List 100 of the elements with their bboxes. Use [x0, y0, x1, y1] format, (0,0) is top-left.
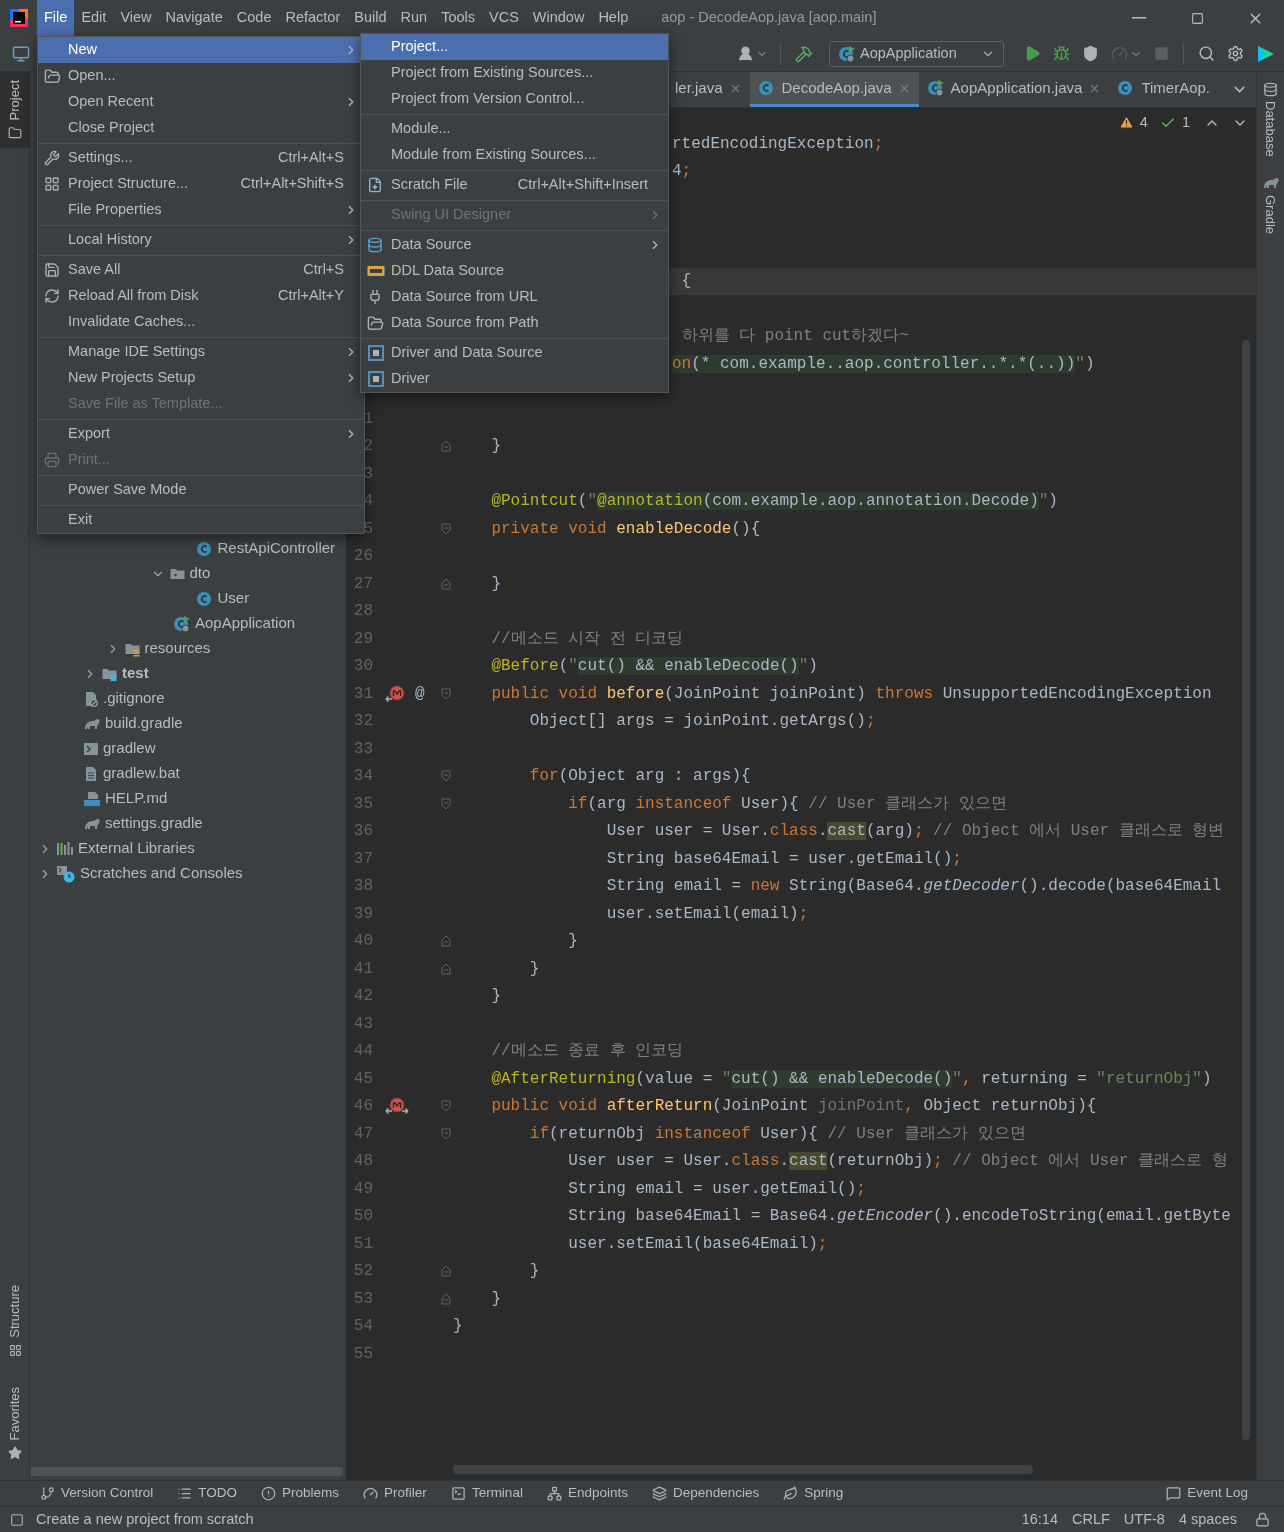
menu-item[interactable]: Data Source from URL: [361, 284, 668, 310]
menu-item[interactable]: Settings... Ctrl+Alt+S: [38, 145, 364, 171]
editor-tab[interactable]: ler.java: [667, 72, 750, 107]
tree-item[interactable]: Scratches and Consoles: [30, 861, 346, 886]
menu-bar-item[interactable]: File: [37, 0, 75, 36]
menu-bar-item[interactable]: Window: [525, 0, 592, 36]
fold-marker-icon: [441, 1127, 451, 1140]
menu-item[interactable]: Local History: [38, 227, 364, 253]
tool-window-button[interactable]: Endpoints: [546, 1483, 628, 1504]
plugin-logo-icon[interactable]: [1256, 43, 1276, 64]
status-item[interactable]: 4 spaces: [1178, 1508, 1237, 1531]
code-line: public void afterReturn(JoinPoint joinPoint, Object returnObj){: [490, 1096, 1097, 1118]
menu-item[interactable]: Manage IDE Settings: [38, 339, 364, 365]
menu-bar-item[interactable]: Tools: [434, 0, 482, 36]
tool-window-button[interactable]: Spring: [783, 1483, 844, 1504]
menu-item[interactable]: File Properties: [38, 197, 364, 223]
tree-item[interactable]: .gitignore: [30, 686, 346, 711]
tool-window-tab[interactable]: Gradle: [1260, 174, 1281, 234]
menu-bar-item[interactable]: Code: [229, 0, 279, 36]
menu-item[interactable]: Data Source from Path: [361, 310, 668, 336]
run-configuration-dropdown[interactable]: AopApplication: [829, 40, 1004, 67]
line-number: 42: [353, 986, 373, 1008]
tree-item[interactable]: gradlew.bat: [30, 761, 346, 786]
lock-icon[interactable]: [1255, 1512, 1270, 1527]
code-line: User user = User.class.cast(arg); // Object 에서 User 클래스로 형변: [605, 821, 1225, 843]
editor-tab[interactable]: TimerAop.: [1109, 72, 1218, 107]
menu-item[interactable]: Project Structure... Ctrl+Alt+Shift+S: [38, 171, 364, 197]
menu-bar-item[interactable]: VCS: [482, 0, 526, 36]
menu-item[interactable]: Data Source: [361, 232, 668, 258]
menu-bar-item[interactable]: Navigate: [158, 0, 230, 36]
tree-item[interactable]: gradlew: [30, 736, 346, 761]
status-item[interactable]: 16:14: [1021, 1508, 1058, 1531]
layers-icon: [651, 1486, 667, 1501]
line-number: 31: [353, 683, 373, 705]
tree-item[interactable]: settings.gradle: [30, 811, 346, 836]
tree-item[interactable]: RestApiController: [30, 536, 346, 561]
menu-item[interactable]: Driver: [361, 366, 668, 392]
tool-window-button[interactable]: Dependencies: [651, 1483, 760, 1504]
branch-icon: [40, 1486, 55, 1501]
tree-item[interactable]: User: [30, 586, 346, 611]
code-line: @Pointcut("@annotation(com.example.aop.annotation.Decode)"): [490, 491, 1058, 513]
tool-window-tab[interactable]: Project: [0, 72, 30, 149]
menu-item[interactable]: Project...: [361, 34, 668, 60]
menu-bar-item[interactable]: Run: [393, 0, 435, 36]
code-line: }: [567, 931, 578, 953]
menu-item[interactable]: Save All Ctrl+S: [38, 257, 364, 283]
panel-toggle-icon[interactable]: [10, 1512, 24, 1527]
tree-item[interactable]: External Libraries: [30, 836, 346, 861]
status-item[interactable]: CRLF: [1072, 1508, 1110, 1531]
folder-icon: [8, 126, 22, 141]
tree-item[interactable]: dto: [30, 561, 346, 586]
menu-item[interactable]: Project from Existing Sources...: [361, 60, 668, 86]
menu-item[interactable]: Module...: [361, 116, 668, 142]
tool-window-tab[interactable]: Favorites: [0, 1378, 30, 1468]
menu-item[interactable]: Module from Existing Sources...: [361, 142, 668, 168]
menu-item[interactable]: Open...: [38, 63, 364, 89]
line-number: 41: [353, 958, 373, 980]
line-number: 39: [353, 903, 373, 925]
menu-bar-item[interactable]: Help: [591, 0, 636, 36]
scratches-icon: [56, 864, 76, 883]
menu-item[interactable]: Project from Version Control...: [361, 86, 668, 112]
menu-item[interactable]: Driver and Data Source: [361, 340, 668, 366]
tree-item[interactable]: test: [30, 661, 346, 686]
tool-window-button[interactable]: Profiler: [363, 1483, 427, 1504]
menu-bar-item[interactable]: View: [113, 0, 159, 36]
maximize-icon: [1190, 11, 1204, 25]
tool-window-tab[interactable]: Database: [1260, 82, 1281, 157]
star-icon: [8, 1446, 22, 1460]
tree-item[interactable]: HELP.md: [30, 786, 346, 811]
monitor-icon[interactable]: [12, 44, 30, 63]
line-number: 46: [353, 1096, 373, 1118]
editor-tab[interactable]: AopApplication.java: [918, 72, 1110, 107]
menu-item[interactable]: Open Recent: [38, 89, 364, 115]
event-log-button[interactable]: Event Log: [1166, 1483, 1248, 1504]
menu-bar-item[interactable]: Build: [347, 0, 394, 36]
tool-window-button[interactable]: TODO: [177, 1483, 238, 1504]
shortcut-label: Ctrl+S: [303, 260, 344, 280]
menu-item[interactable]: Power Save Mode: [38, 477, 364, 503]
tree-item[interactable]: build.gradle: [30, 711, 346, 736]
menu-item[interactable]: Scratch File Ctrl+Alt+Shift+Insert: [361, 172, 668, 198]
menu-item[interactable]: Reload All from Disk Ctrl+Alt+Y: [38, 283, 364, 309]
menu-item[interactable]: DDL Data Source: [361, 258, 668, 284]
tool-window-button[interactable]: Terminal: [450, 1483, 523, 1504]
line-number: 32: [353, 711, 373, 733]
menu-bar-item[interactable]: Refactor: [278, 0, 348, 36]
tree-item[interactable]: AopApplication: [30, 611, 346, 636]
menu-item[interactable]: Export: [38, 421, 364, 447]
status-item[interactable]: UTF-8: [1123, 1508, 1165, 1531]
tree-item[interactable]: resources: [30, 636, 346, 661]
tool-window-button[interactable]: Version Control: [40, 1483, 154, 1504]
menu-bar-item[interactable]: Edit: [74, 0, 114, 36]
menu-item[interactable]: Exit: [38, 507, 364, 533]
editor-tab[interactable]: DecodeAop.java: [749, 72, 919, 107]
menu-item[interactable]: New Projects Setup: [38, 365, 364, 391]
tool-window-tab[interactable]: Structure: [0, 1276, 30, 1365]
line-number: 36: [353, 821, 373, 843]
menu-item[interactable]: Invalidate Caches...: [38, 309, 364, 335]
fold-marker-icon: [441, 797, 451, 810]
menu-item[interactable]: Close Project: [38, 115, 364, 141]
tool-window-button[interactable]: Problems: [261, 1483, 340, 1504]
